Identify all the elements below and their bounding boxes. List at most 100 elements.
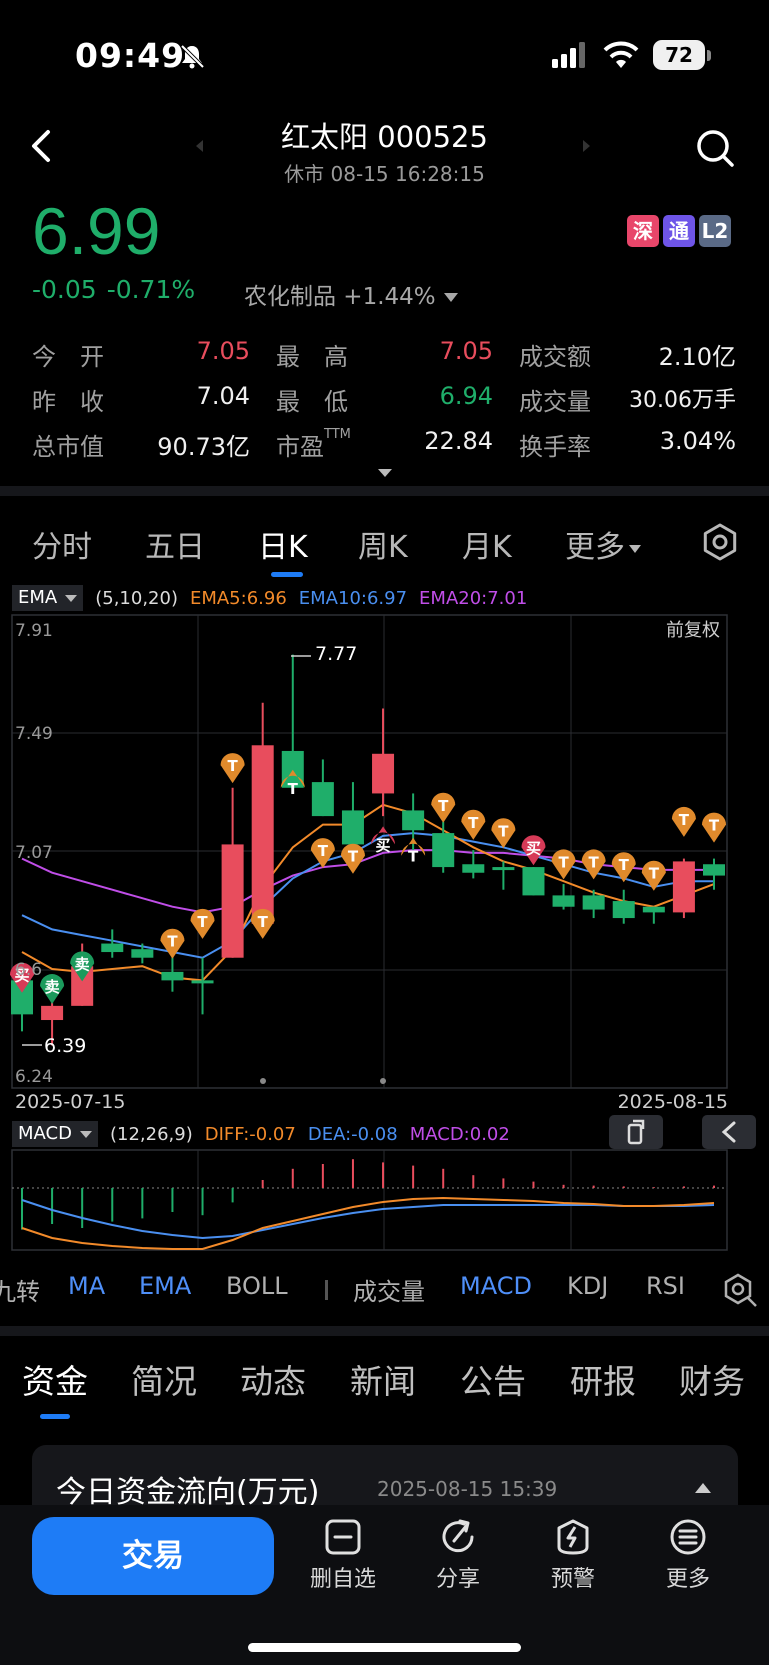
section-tab-profile[interactable]: 简况 xyxy=(131,1355,197,1403)
home-indicator xyxy=(248,1643,521,1652)
candle-body xyxy=(612,901,635,919)
candle-body xyxy=(402,810,425,831)
signal-marker-label: T xyxy=(197,913,208,931)
candle-body xyxy=(161,971,184,981)
section-tab-finance[interactable]: 财务 xyxy=(679,1355,745,1403)
candle-body xyxy=(221,844,244,958)
more-label: 更多 xyxy=(665,1567,710,1592)
caret-down-icon xyxy=(79,1130,92,1138)
kline-chart[interactable]: 买卖卖TTTTTT T买TTT T买T T T TT T 前复权 7.91 7.49 7.0… xyxy=(0,0,769,1260)
candle-body xyxy=(251,745,274,924)
macd-selector-label: MACD xyxy=(18,1123,72,1144)
signal-marker-label: T xyxy=(619,856,630,874)
candle-body xyxy=(311,782,334,817)
alert-button[interactable]: 预警 xyxy=(528,1517,618,1593)
candle-body xyxy=(341,810,364,845)
trade-button[interactable]: 交易 xyxy=(32,1517,274,1595)
ema20-line xyxy=(21,849,714,914)
indicator-tabs: 九转 MA EMA BOLL 成交量 MACD KDJ RSI xyxy=(0,1272,769,1316)
macd-diff-line xyxy=(21,1196,715,1250)
indicator-tab-volume[interactable]: 成交量 xyxy=(353,1272,425,1307)
macd-selector[interactable]: MACD xyxy=(12,1121,98,1147)
signal-marker-label: 买 xyxy=(526,839,541,857)
indicator-settings-button[interactable] xyxy=(720,1270,760,1310)
signal-marker-label: T xyxy=(227,757,238,775)
candle-body xyxy=(492,867,515,871)
candle-body xyxy=(131,949,154,958)
signal-marker-label: T xyxy=(589,853,600,871)
scroll-dot xyxy=(380,1078,386,1084)
signal-marker-label: T xyxy=(498,822,509,840)
indicator-settings-icon xyxy=(724,1273,757,1307)
indicator-tab-jiuzhuan[interactable]: 九转 xyxy=(0,1272,40,1307)
rotate-icon xyxy=(627,1119,645,1145)
more-button[interactable]: 更多 xyxy=(643,1517,733,1593)
signal-marker-label: T xyxy=(167,933,178,951)
candle-body xyxy=(41,1005,64,1021)
more-menu-icon xyxy=(670,1519,706,1555)
indicator-tab-boll[interactable]: BOLL xyxy=(226,1272,288,1300)
collapse-panel-button[interactable] xyxy=(702,1115,756,1149)
fuquan-label[interactable]: 前复权 xyxy=(666,620,720,641)
remove-watchlist-label: 删自选 xyxy=(309,1567,376,1592)
signal-marker-label: T xyxy=(258,913,269,931)
candle-body xyxy=(191,980,214,984)
scroll-dot xyxy=(260,1078,266,1084)
info-section-tabs: 资金 简况 动态 新闻 公告 研报 财务 xyxy=(0,1355,769,1415)
chevron-left-icon xyxy=(721,1121,736,1143)
indicator-tab-ma[interactable]: MA xyxy=(68,1272,105,1300)
macd-params: (12,26,9) xyxy=(109,1123,193,1145)
signal-marker-label: T xyxy=(679,811,690,829)
macd-diff: DIFF:-0.07 xyxy=(204,1123,296,1145)
section-tab-underline xyxy=(40,1414,70,1419)
indicator-tab-rsi[interactable]: RSI xyxy=(646,1272,685,1300)
y-axis-bottom-label: 6.24 xyxy=(15,1067,53,1087)
signal-marker-label: 卖 xyxy=(75,955,90,973)
signal-marker-label: T xyxy=(288,780,299,798)
candle-body xyxy=(703,864,725,876)
alert-icon xyxy=(557,1519,589,1555)
signal-marker-label: T xyxy=(558,853,569,871)
indicator-divider xyxy=(325,1280,328,1300)
candle-body xyxy=(552,895,575,907)
indicator-tab-kdj[interactable]: KDJ xyxy=(567,1272,608,1300)
high-price-label: 7.77 xyxy=(315,643,357,665)
rotate-screen-button[interactable] xyxy=(609,1115,663,1149)
signal-marker-label: 买 xyxy=(376,836,391,854)
candle-body xyxy=(372,753,395,794)
indicator-tab-macd[interactable]: MACD xyxy=(460,1272,532,1300)
candle-body xyxy=(522,867,545,896)
signal-marker-label: T xyxy=(709,817,720,835)
signal-marker-label: T xyxy=(318,842,329,860)
signal-marker-label: T xyxy=(348,848,359,866)
fund-flow-time: 2025-08-15 15:39 xyxy=(377,1477,558,1501)
signal-marker-label: T xyxy=(438,797,449,815)
section-tab-announcements[interactable]: 公告 xyxy=(460,1355,526,1403)
remove-watchlist-button[interactable]: 删自选 xyxy=(298,1517,388,1593)
section-tab-news[interactable]: 新闻 xyxy=(350,1355,416,1403)
share-button[interactable]: 分享 xyxy=(413,1517,503,1593)
y-axis-top-label: 7.91 xyxy=(15,621,53,641)
x-axis-end-label: 2025-08-15 xyxy=(618,1091,728,1113)
macd-value: MACD:0.02 xyxy=(409,1123,510,1145)
macd-dea: DEA:-0.08 xyxy=(307,1123,398,1145)
candle-body xyxy=(642,906,665,913)
section-divider xyxy=(0,1326,769,1336)
collapse-caret-icon[interactable] xyxy=(695,1483,711,1493)
candle-body xyxy=(672,861,695,913)
section-tab-updates[interactable]: 动态 xyxy=(240,1355,306,1403)
bottom-bar: 交易 删自选 分享 预警 更多 xyxy=(0,1505,769,1665)
low-price-label: 6.39 xyxy=(44,1035,86,1057)
candle-body xyxy=(432,833,455,868)
candle-body xyxy=(101,943,124,953)
y-axis-label-707: 7.07 xyxy=(15,843,53,863)
macd-panel-border xyxy=(11,1149,728,1251)
section-tab-funds[interactable]: 资金 xyxy=(22,1355,88,1403)
ema10-line xyxy=(21,832,714,959)
section-tab-research[interactable]: 研报 xyxy=(570,1355,636,1403)
macd-legend: MACD (12,26,9) DIFF:-0.07 DEA:-0.08 MACD… xyxy=(12,1121,510,1147)
x-axis-start-label: 2025-07-15 xyxy=(15,1091,125,1113)
candle-body xyxy=(582,895,605,910)
alert-label: 预警 xyxy=(550,1567,595,1592)
indicator-tab-ema[interactable]: EMA xyxy=(139,1272,191,1300)
